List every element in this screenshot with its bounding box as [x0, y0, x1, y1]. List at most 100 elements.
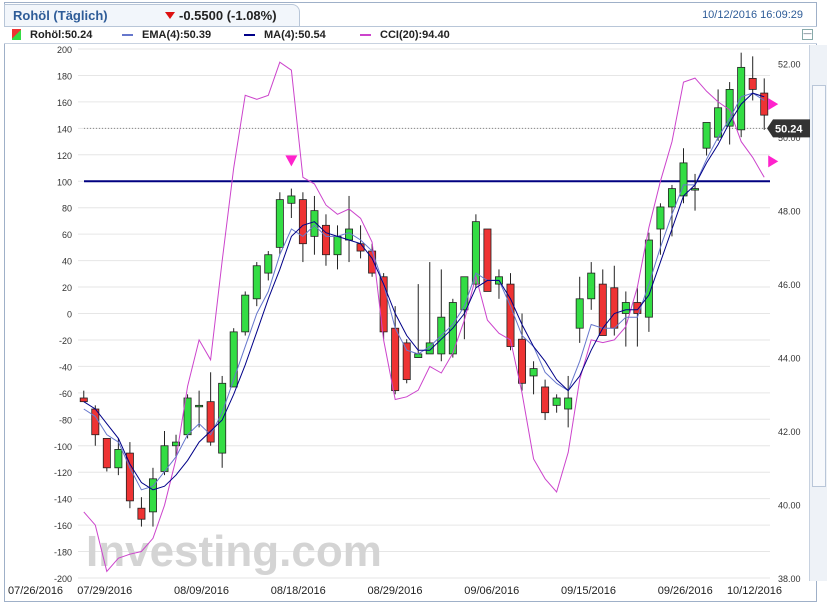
date-axis: 07/26/2016 07/29/2016 08/09/2016 08/18/2016… [8, 585, 782, 597]
date-tick-label: 08/09/2016 [174, 585, 229, 597]
up-candle-body [275, 199, 284, 248]
candle [102, 438, 111, 472]
cci-tick-label: 40 [62, 257, 72, 267]
candle [541, 379, 550, 421]
date-tick-label: 07/26/2016 [8, 585, 63, 597]
up-candle-body [621, 302, 630, 314]
down-candle-body [518, 338, 527, 384]
signal-right-triangle [768, 155, 779, 168]
date-tick-label: 08/29/2016 [367, 585, 422, 597]
price-tick-label: 48.00 [778, 207, 801, 217]
date-tick-label: 09/26/2016 [658, 585, 713, 597]
up-candle-body [702, 122, 711, 149]
cci-tick-label: 160 [57, 98, 72, 108]
cci-axis: 200180160140120100806040200-20-40-60-80-… [54, 45, 72, 584]
price-tick-label: 42.00 [778, 427, 801, 437]
date-tick-label: 10/12/2016 [727, 585, 782, 597]
candle [760, 78, 769, 130]
up-candle-body [552, 397, 561, 406]
cci-tick-label: -40 [59, 362, 72, 372]
cci-tick-label: 80 [62, 204, 72, 214]
cci-tick-label: 100 [57, 177, 72, 187]
cci-tick-label: 140 [57, 124, 72, 134]
watermark: Investing.com [86, 527, 382, 576]
candle [241, 291, 250, 336]
cci-tick-label: 60 [62, 230, 72, 240]
date-tick-label: 07/29/2016 [77, 585, 132, 597]
candle [333, 225, 342, 270]
candle [644, 232, 653, 332]
cci-tick-label: 180 [57, 71, 72, 81]
down-candle-body [102, 438, 111, 469]
candle [264, 251, 273, 281]
up-candle-body [241, 294, 250, 333]
cci-tick-label: -60 [59, 389, 72, 399]
up-candle-body [656, 206, 665, 230]
up-candle-body [252, 265, 261, 300]
cci-tick-label: -120 [54, 468, 72, 478]
candle [552, 394, 561, 413]
down-candle-body [298, 199, 307, 245]
price-tick-label: 38.00 [778, 574, 801, 584]
cci-tick-label: 0 [67, 310, 72, 320]
cci-tick-label: 200 [57, 45, 72, 55]
up-candle-body [644, 239, 653, 318]
candle [79, 390, 88, 403]
candles [79, 52, 769, 527]
date-tick-label: 08/18/2016 [271, 585, 326, 597]
down-candle-body [748, 77, 757, 90]
candle [321, 214, 330, 266]
down-candle-body [402, 342, 411, 381]
candle [737, 52, 746, 138]
down-candle-body [506, 283, 515, 347]
cci-tick-label: 20 [62, 283, 72, 293]
candle [148, 467, 157, 527]
candle [125, 442, 134, 509]
cci-tick-label: 120 [57, 151, 72, 161]
date-tick-label: 09/15/2016 [561, 585, 616, 597]
cci-tick-label: -200 [54, 574, 72, 584]
cci-tick-label: -20 [59, 336, 72, 346]
price-chart: Investing.com 20018016014012010080604020… [8, 45, 810, 597]
signal-right-triangle [768, 98, 779, 111]
cci-tick-label: -160 [54, 521, 72, 531]
down-candle-body [137, 507, 146, 520]
candle [679, 148, 688, 204]
up-candle-body [195, 404, 204, 408]
down-candle-body [633, 302, 642, 314]
candle [275, 192, 284, 255]
candle [252, 262, 261, 307]
up-candle-body [114, 449, 123, 469]
date-tick-label: 09/06/2016 [464, 585, 519, 597]
candle [137, 497, 146, 527]
cci-tick-label: -80 [59, 415, 72, 425]
price-axis: 52.0050.0048.0046.0044.0042.0040.0038.00 [778, 60, 801, 584]
cci-tick-label: -180 [54, 548, 72, 558]
candle [587, 262, 596, 310]
price-tick-label: 40.00 [778, 501, 801, 511]
up-candle-body [587, 272, 596, 300]
candle [287, 188, 296, 218]
up-candle-body [691, 188, 700, 191]
last-price-label: 50.24 [775, 123, 803, 135]
down-candle-body [206, 401, 215, 443]
cci-tick-label: -100 [54, 442, 72, 452]
up-candle-body [333, 235, 342, 256]
down-candle-body [391, 327, 400, 392]
down-candle-body [610, 287, 619, 329]
candle [702, 122, 711, 156]
down-candle-body [79, 397, 88, 403]
down-candle-body [125, 452, 134, 502]
cci-tick-label: -140 [54, 495, 72, 505]
up-candle-body [287, 195, 296, 204]
candle [345, 195, 354, 263]
up-candle-body [529, 368, 538, 377]
up-candle-body [575, 298, 584, 329]
candle [437, 269, 446, 362]
down-candle-body [541, 386, 550, 414]
cci-series [83, 61, 765, 573]
up-candle-body [414, 353, 423, 358]
up-candle-body [737, 66, 746, 131]
price-tick-label: 52.00 [778, 60, 801, 70]
candle [610, 265, 619, 336]
